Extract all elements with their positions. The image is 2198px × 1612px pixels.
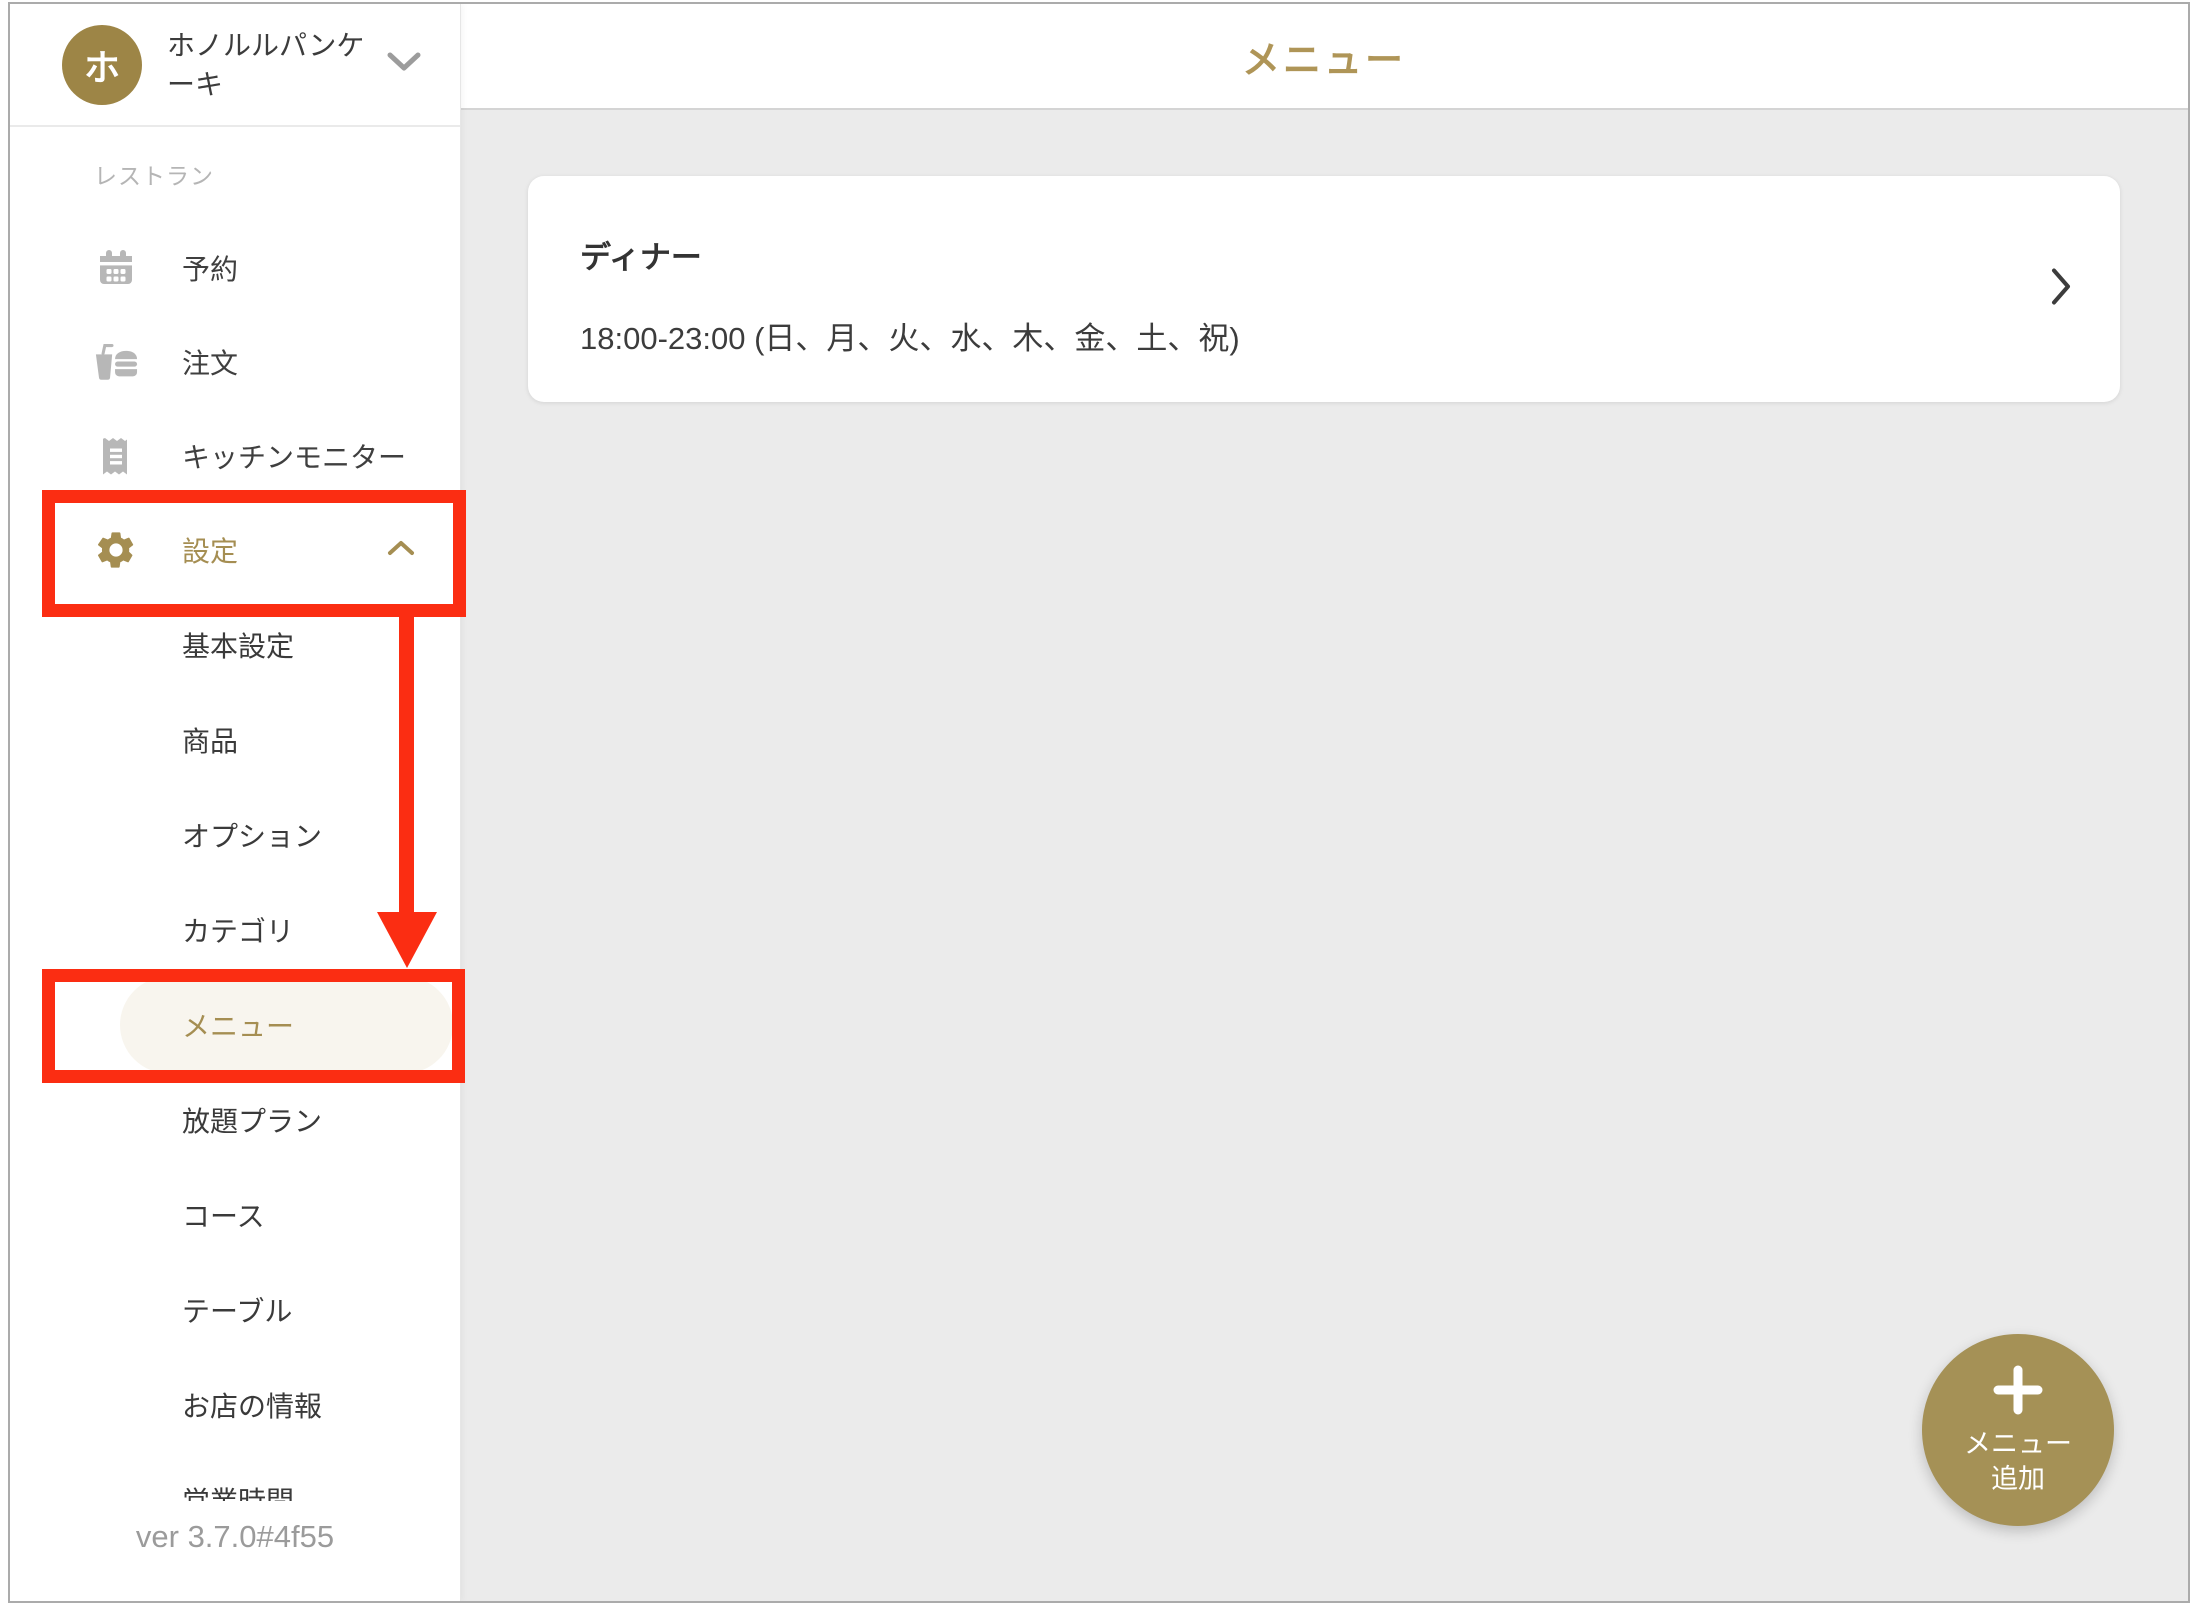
gear-icon [94,527,138,573]
restaurant-name: ホノルルパンケーキ [167,26,386,104]
menu-schedule: 18:00-23:00 (日、月、火、水、木、金、土、祝) [580,313,1990,358]
subitem-label: お店の情報 [182,1385,322,1425]
subitem-label: カテゴリ [182,910,294,950]
sidebar-item-label: 設定 [182,530,238,570]
calendar-icon [94,248,138,288]
avatar: ホ [62,25,142,105]
page-title: メニュー [1242,29,1406,84]
sidebar-subitem-categories[interactable]: カテゴリ [10,882,460,977]
add-menu-button[interactable]: メニュー 追加 [1922,1334,2114,1526]
menu-list: ディナー 18:00-23:00 (日、月、火、水、木、金、土、祝) [460,176,2188,402]
avatar-initial: ホ [84,39,120,91]
sidebar-subitem-shop-info[interactable]: お店の情報 [10,1357,460,1452]
sidebar-subitem-basic-settings[interactable]: 基本設定 [10,597,460,692]
chevron-right-icon [2050,267,2072,312]
fastfood-icon [94,342,138,382]
sidebar-item-settings[interactable]: 設定 [10,503,460,597]
receipt-icon [94,436,138,476]
account-switcher[interactable]: ホ ホノルルパンケーキ [10,4,460,127]
subitem-label: テーブル [182,1290,292,1330]
chevron-down-icon [386,51,422,78]
subitem-label: コース [182,1195,265,1235]
sidebar-subitem-all-you-can-eat-plan[interactable]: 放題プラン [10,1072,460,1167]
sidebar-subitem-products[interactable]: 商品 [10,692,460,787]
sidebar-subitem-options[interactable]: オプション [10,787,460,882]
sidebar-subitem-course[interactable]: コース [10,1167,460,1262]
sidebar: ホ ホノルルパンケーキ レストラン [10,4,461,1601]
sidebar-item-reservations[interactable]: 予約 [10,221,460,315]
sidebar-subitem-menu[interactable]: メニュー [10,977,460,1072]
sidebar-nav: レストラン 予約 [10,127,460,1547]
subitem-label: 基本設定 [182,625,294,665]
subitem-label: オプション [182,815,322,855]
subitem-label: メニュー [182,1005,294,1045]
sidebar-subitem-tables[interactable]: テーブル [10,1262,460,1357]
sidebar-item-label: 予約 [182,248,238,288]
menu-card-dinner[interactable]: ディナー 18:00-23:00 (日、月、火、水、木、金、土、祝) [528,176,2120,402]
fab-label-line2: 追加 [1991,1462,2045,1497]
chevron-up-icon [386,539,416,562]
app-window: ホ ホノルルパンケーキ レストラン [8,2,2190,1603]
version-label: ver 3.7.0#4f55 [10,1501,460,1601]
section-label-restaurant: レストラン [10,127,460,221]
subitem-label: 放題プラン [182,1100,322,1140]
plus-icon [1992,1364,2044,1419]
sidebar-item-label: 注文 [182,342,238,382]
page-header: メニュー [460,4,2188,110]
fab-label-line1: メニュー [1964,1427,2072,1462]
sidebar-item-orders[interactable]: 注文 [10,315,460,409]
sidebar-item-label: キッチンモニター [182,436,406,476]
menu-name: ディナー [580,232,1990,277]
subitem-label: 商品 [182,720,238,760]
sidebar-item-kitchen-monitor[interactable]: キッチンモニター [10,409,460,503]
main-content: メニュー ディナー 18:00-23:00 (日、月、火、水、木、金、土、祝) [460,4,2188,1601]
